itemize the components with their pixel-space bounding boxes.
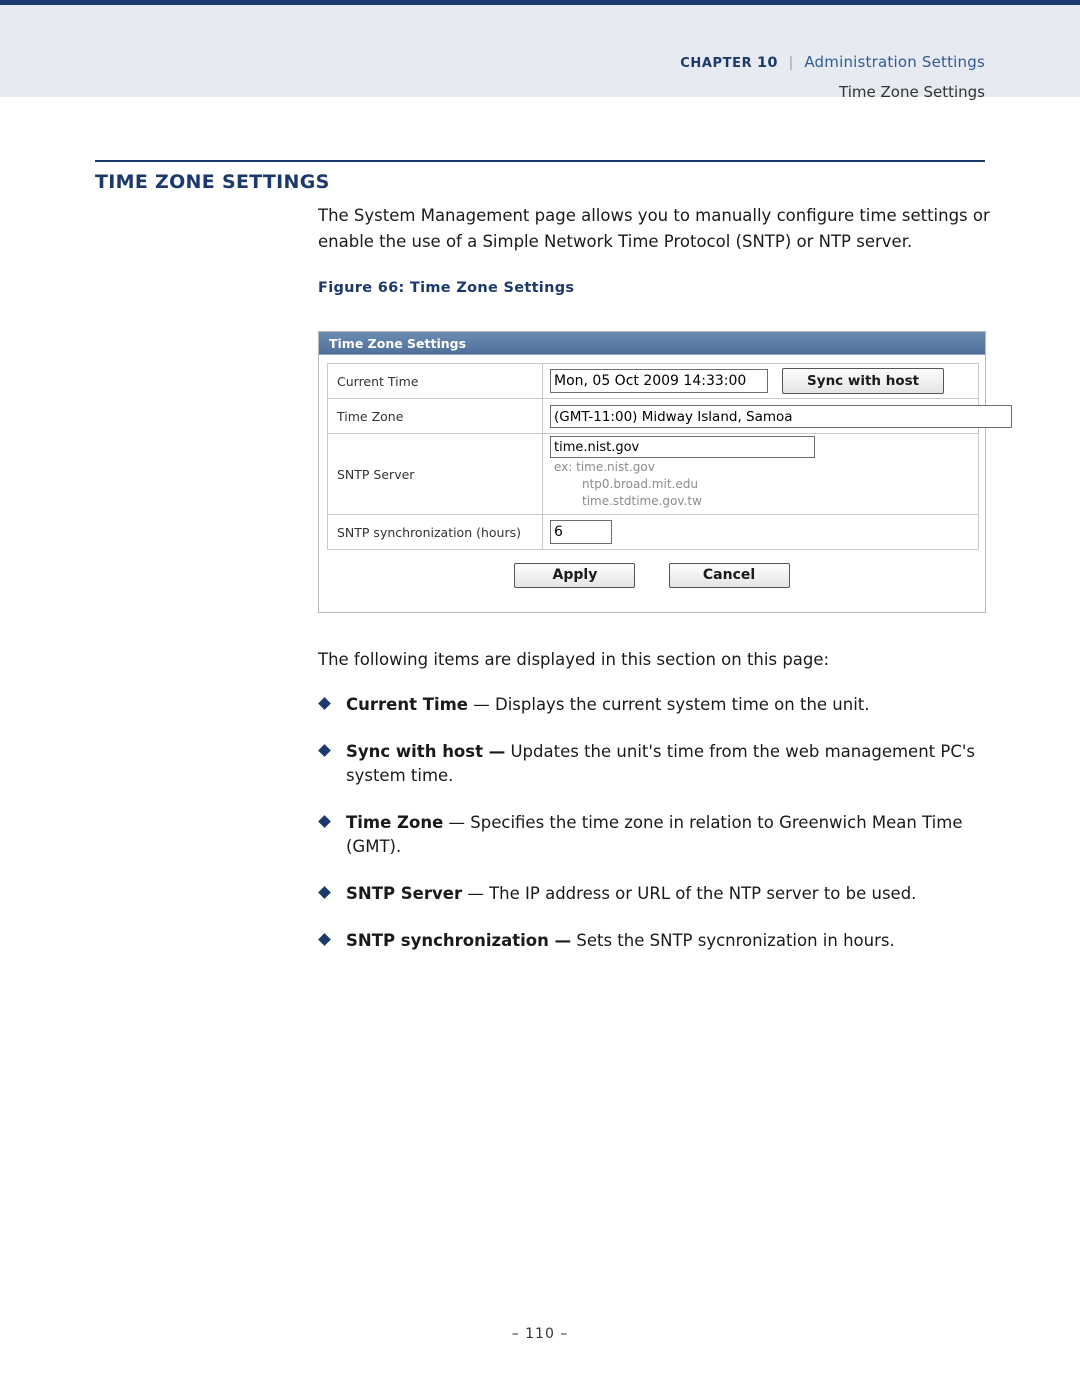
bullet-dash: — <box>468 695 495 714</box>
list-item: Sync with host — Updates the unit's time… <box>318 740 1008 788</box>
chapter-line: CHAPTER 10 | Administration Settings <box>680 49 985 77</box>
diamond-bullet-icon <box>318 815 331 828</box>
time-zone-select[interactable]: (GMT-11:00) Midway Island, Samoa <box>550 404 1012 428</box>
screenshot-button-row: Apply Cancel <box>327 550 977 588</box>
diamond-bullet-icon <box>318 697 331 710</box>
bullet-term: SNTP Server <box>346 884 463 903</box>
sntp-hint-line-3: time.stdtime.gov.tw <box>582 494 702 508</box>
list-item: SNTP Server — The IP address or URL of t… <box>318 882 1008 906</box>
screenshot-body: Current Time Mon, 05 Oct 2009 14:33:00 S… <box>319 355 1012 588</box>
current-time-label: Current Time <box>327 363 543 399</box>
apply-button[interactable]: Apply <box>514 563 636 588</box>
section-divider <box>95 160 985 162</box>
list-item: SNTP synchronization — Sets the SNTP syc… <box>318 929 1008 953</box>
sntp-server-input-wrap: time.nist.gov <box>550 434 978 458</box>
bullet-list: Current Time — Displays the current syst… <box>318 693 1008 976</box>
page-header: CHAPTER 10 | Administration Settings Tim… <box>0 0 1080 101</box>
chapter-title: Administration Settings <box>804 53 985 71</box>
screenshot-titlebar: Time Zone Settings <box>319 332 985 355</box>
page-number: – 110 – <box>511 1326 569 1342</box>
screenshot-title: Time Zone Settings <box>329 335 467 351</box>
body-column: The System Management page allows you to… <box>318 203 990 296</box>
sntp-server-label: SNTP Server <box>327 433 543 515</box>
header-separator: | <box>788 55 794 71</box>
bullet-dash: — <box>443 813 471 832</box>
time-zone-cell: (GMT-11:00) Midway Island, Samoa <box>542 398 1012 434</box>
diamond-bullet-icon <box>318 744 331 757</box>
time-zone-label: Time Zone <box>327 398 543 434</box>
sntp-hint-line-1: ex: time.nist.gov <box>554 460 655 474</box>
sntp-sync-label: SNTP synchronization (hours) <box>327 514 543 550</box>
cancel-button[interactable]: Cancel <box>668 563 790 588</box>
current-time-cell: Mon, 05 Oct 2009 14:33:00 Sync with host <box>542 363 979 399</box>
table-row-sntp-sync: SNTP synchronization (hours) 6 <box>327 514 979 550</box>
current-time-input[interactable]: Mon, 05 Oct 2009 14:33:00 <box>550 369 768 393</box>
bullet-term: Time Zone <box>346 813 444 832</box>
figure-time-zone-settings: Time Zone Settings Current Time Mon, 05 … <box>318 331 1012 613</box>
sntp-hint-line-2: ntp0.broad.mit.edu <box>582 477 698 491</box>
diamond-bullet-icon <box>318 933 331 946</box>
bullet-term: Current Time <box>346 695 468 714</box>
list-item: Time Zone — Specifies the time zone in r… <box>318 811 1008 859</box>
page-footer: – 110 – <box>0 1326 1080 1342</box>
sntp-sync-cell: 6 <box>542 514 979 550</box>
bullet-term: SNTP synchronization — <box>346 931 572 950</box>
sntp-server-cell: time.nist.gov ex: time.nist.gov ntp0.bro… <box>542 433 979 515</box>
sntp-server-input[interactable]: time.nist.gov <box>550 436 815 458</box>
following-items-text: The following items are displayed in thi… <box>318 650 830 669</box>
diamond-bullet-icon <box>318 886 331 899</box>
bullet-text: Displays the current system time on the … <box>495 695 870 714</box>
bullet-dash: — <box>462 884 490 903</box>
sntp-sync-input[interactable]: 6 <box>550 520 612 544</box>
header-subtitle: Time Zone Settings <box>839 83 985 101</box>
header-text-block: CHAPTER 10 | Administration Settings Tim… <box>680 49 985 105</box>
bullet-term: Sync with host — <box>346 742 506 761</box>
chapter-word: CHAPTER <box>680 56 753 71</box>
bullet-text: The IP address or URL of the NTP server … <box>489 884 917 903</box>
sntp-server-hint: ex: time.nist.gov ntp0.broad.mit.edu tim… <box>550 458 978 514</box>
bullet-text: Sets the SNTP sycnronization in hours. <box>576 931 895 950</box>
table-row-sntp-server: SNTP Server time.nist.gov ex: time.nist.… <box>327 433 979 515</box>
figure-caption: Figure 66: Time Zone Settings <box>318 280 575 296</box>
settings-table: Current Time Mon, 05 Oct 2009 14:33:00 S… <box>327 363 1012 550</box>
page-title: TIME ZONE SETTINGS <box>95 171 330 193</box>
table-row-time-zone: Time Zone (GMT-11:00) Midway Island, Sam… <box>327 398 1012 434</box>
intro-paragraph: The System Management page allows you to… <box>318 206 990 251</box>
table-row-current-time: Current Time Mon, 05 Oct 2009 14:33:00 S… <box>327 363 979 399</box>
sync-with-host-button[interactable]: Sync with host <box>782 368 945 394</box>
list-item: Current Time — Displays the current syst… <box>318 693 1008 717</box>
chapter-number: 10 <box>757 55 778 71</box>
